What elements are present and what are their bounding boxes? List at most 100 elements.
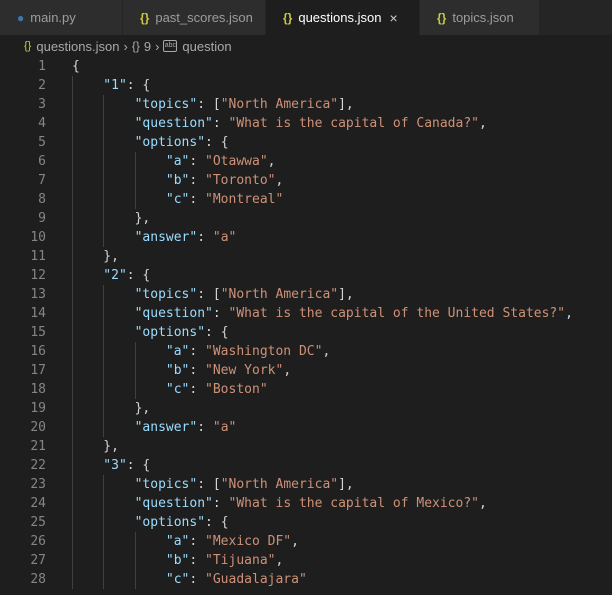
code-text: "topics": ["North America"], bbox=[135, 475, 354, 494]
indent-guide bbox=[72, 323, 73, 342]
json-punctuation: : bbox=[212, 116, 229, 131]
code-line[interactable]: 10 "answer": "a" bbox=[0, 228, 612, 247]
code-line[interactable]: 7 "b": "Toronto", bbox=[0, 171, 612, 190]
tab-main-py[interactable]: ● main.py bbox=[0, 0, 123, 35]
line-number: 12 bbox=[30, 268, 46, 283]
json-punctuation: ], bbox=[338, 287, 354, 302]
code-line[interactable]: 21}, bbox=[0, 437, 612, 456]
json-punctuation: }, bbox=[103, 249, 119, 264]
json-icon: {} bbox=[24, 40, 32, 52]
code-text: "topics": ["North America"], bbox=[135, 285, 354, 304]
indent-guide bbox=[72, 551, 73, 570]
code-text: "2": { bbox=[103, 266, 150, 285]
indent-guide bbox=[103, 399, 105, 418]
json-punctuation: : { bbox=[126, 78, 151, 93]
code-line[interactable]: 27 "b": "Tijuana", bbox=[0, 551, 612, 570]
indent-guide bbox=[103, 361, 105, 380]
json-key: "3" bbox=[103, 458, 127, 473]
json-punctuation: : [ bbox=[197, 97, 221, 112]
json-punctuation: : [ bbox=[197, 287, 221, 302]
code-line[interactable]: 22 "3": { bbox=[0, 456, 612, 475]
line-number: 21 bbox=[30, 439, 46, 454]
code-line[interactable]: 13 "topics": ["North America"], bbox=[0, 285, 612, 304]
code-line[interactable]: 24 "question": "What is the capital of Me… bbox=[0, 494, 612, 513]
line-number: 16 bbox=[30, 344, 46, 359]
code-line[interactable]: 28 "c": "Guadalajara" bbox=[0, 570, 612, 589]
indent-guide bbox=[134, 532, 136, 551]
json-key: "b" bbox=[165, 553, 190, 568]
json-string: "a" bbox=[212, 230, 237, 245]
code-line[interactable]: 19}, bbox=[0, 399, 612, 418]
editor-tab-bar: ● main.py {} past_scores.json {} questio… bbox=[0, 0, 612, 35]
indent-guide bbox=[103, 532, 105, 551]
code-line[interactable]: 6 "a": "Otawwa", bbox=[0, 152, 612, 171]
code-text: "question": "What is the capital of Mexi… bbox=[135, 494, 487, 513]
json-key: "b" bbox=[165, 173, 190, 188]
code-line[interactable]: 3 "topics": ["North America"], bbox=[0, 95, 612, 114]
line-number: 17 bbox=[30, 363, 46, 378]
code-line[interactable]: 1{ bbox=[0, 57, 612, 76]
code-line[interactable]: 23 "topics": ["North America"], bbox=[0, 475, 612, 494]
json-key: "question" bbox=[134, 496, 213, 511]
json-string: "Mexico DF" bbox=[205, 534, 292, 549]
indent-guide bbox=[72, 513, 73, 532]
code-text: "options": { bbox=[135, 513, 229, 532]
indent-guide bbox=[72, 456, 73, 475]
code-line[interactable]: 4 "question": "What is the capital of Can… bbox=[0, 114, 612, 133]
code-line[interactable]: 11}, bbox=[0, 247, 612, 266]
code-line[interactable]: 26 "a": "Mexico DF", bbox=[0, 532, 612, 551]
indent-guide bbox=[134, 380, 136, 399]
json-punctuation: ], bbox=[338, 477, 354, 492]
code-editor[interactable]: 1{2 "1": {3 "topics": ["North America"], 4 "… bbox=[0, 57, 612, 595]
tab-past-scores-json[interactable]: {} past_scores.json bbox=[123, 0, 266, 35]
indent-guide bbox=[134, 152, 136, 171]
code-text: "topics": ["North America"], bbox=[135, 95, 354, 114]
line-number: 25 bbox=[30, 515, 46, 530]
code-text: "b": "New York", bbox=[166, 361, 291, 380]
code-text: }, bbox=[103, 247, 119, 266]
line-number: 22 bbox=[30, 458, 46, 473]
json-string: "Otawwa" bbox=[205, 154, 268, 169]
indent-guide bbox=[103, 95, 105, 114]
json-punctuation: : bbox=[189, 572, 206, 587]
breadcrumb-object[interactable]: 9 bbox=[144, 39, 151, 54]
code-line[interactable]: 20 "answer": "a" bbox=[0, 418, 612, 437]
code-line[interactable]: 12 "2": { bbox=[0, 266, 612, 285]
json-string: "New York" bbox=[205, 363, 284, 378]
indent-guide bbox=[103, 418, 105, 437]
json-key: "c" bbox=[165, 192, 190, 207]
json-key: "b" bbox=[165, 363, 190, 378]
breadcrumb-file[interactable]: questions.json bbox=[36, 39, 119, 54]
tab-questions-json[interactable]: {} questions.json × bbox=[266, 0, 420, 35]
breadcrumb-property[interactable]: question bbox=[182, 39, 231, 54]
code-line[interactable]: 14 "question": "What is the capital of th… bbox=[0, 304, 612, 323]
line-number: 11 bbox=[30, 249, 46, 264]
code-line[interactable]: 25 "options": { bbox=[0, 513, 612, 532]
code-line[interactable]: 16 "a": "Washington DC", bbox=[0, 342, 612, 361]
code-line[interactable]: 15 "options": { bbox=[0, 323, 612, 342]
code-line[interactable]: 17 "b": "New York", bbox=[0, 361, 612, 380]
code-line[interactable]: 5 "options": { bbox=[0, 133, 612, 152]
line-number: 15 bbox=[30, 325, 46, 340]
indent-guide bbox=[72, 247, 73, 266]
json-punctuation: : bbox=[189, 534, 206, 549]
object-icon: {} bbox=[131, 39, 140, 53]
indent-guide bbox=[72, 171, 73, 190]
json-string: "Guadalajara" bbox=[205, 572, 307, 587]
code-line[interactable]: 18 "c": "Boston" bbox=[0, 380, 612, 399]
json-punctuation: : bbox=[189, 154, 206, 169]
json-key: "a" bbox=[165, 344, 190, 359]
code-line[interactable]: 9}, bbox=[0, 209, 612, 228]
code-text: "answer": "a" bbox=[135, 418, 237, 437]
tab-topics-json[interactable]: {} topics.json bbox=[420, 0, 540, 35]
code-text: "a": "Washington DC", bbox=[166, 342, 330, 361]
code-line[interactable]: 2 "1": { bbox=[0, 76, 612, 95]
close-icon[interactable]: × bbox=[389, 10, 397, 26]
json-icon: {} bbox=[140, 10, 150, 25]
indent-guide bbox=[103, 285, 105, 304]
indent-guide bbox=[134, 361, 136, 380]
json-string: "What is the capital of the United State… bbox=[228, 306, 566, 321]
code-line[interactable]: 8 "c": "Montreal" bbox=[0, 190, 612, 209]
vertical-scrollbar[interactable] bbox=[598, 57, 612, 595]
json-string: "North America" bbox=[220, 287, 339, 302]
